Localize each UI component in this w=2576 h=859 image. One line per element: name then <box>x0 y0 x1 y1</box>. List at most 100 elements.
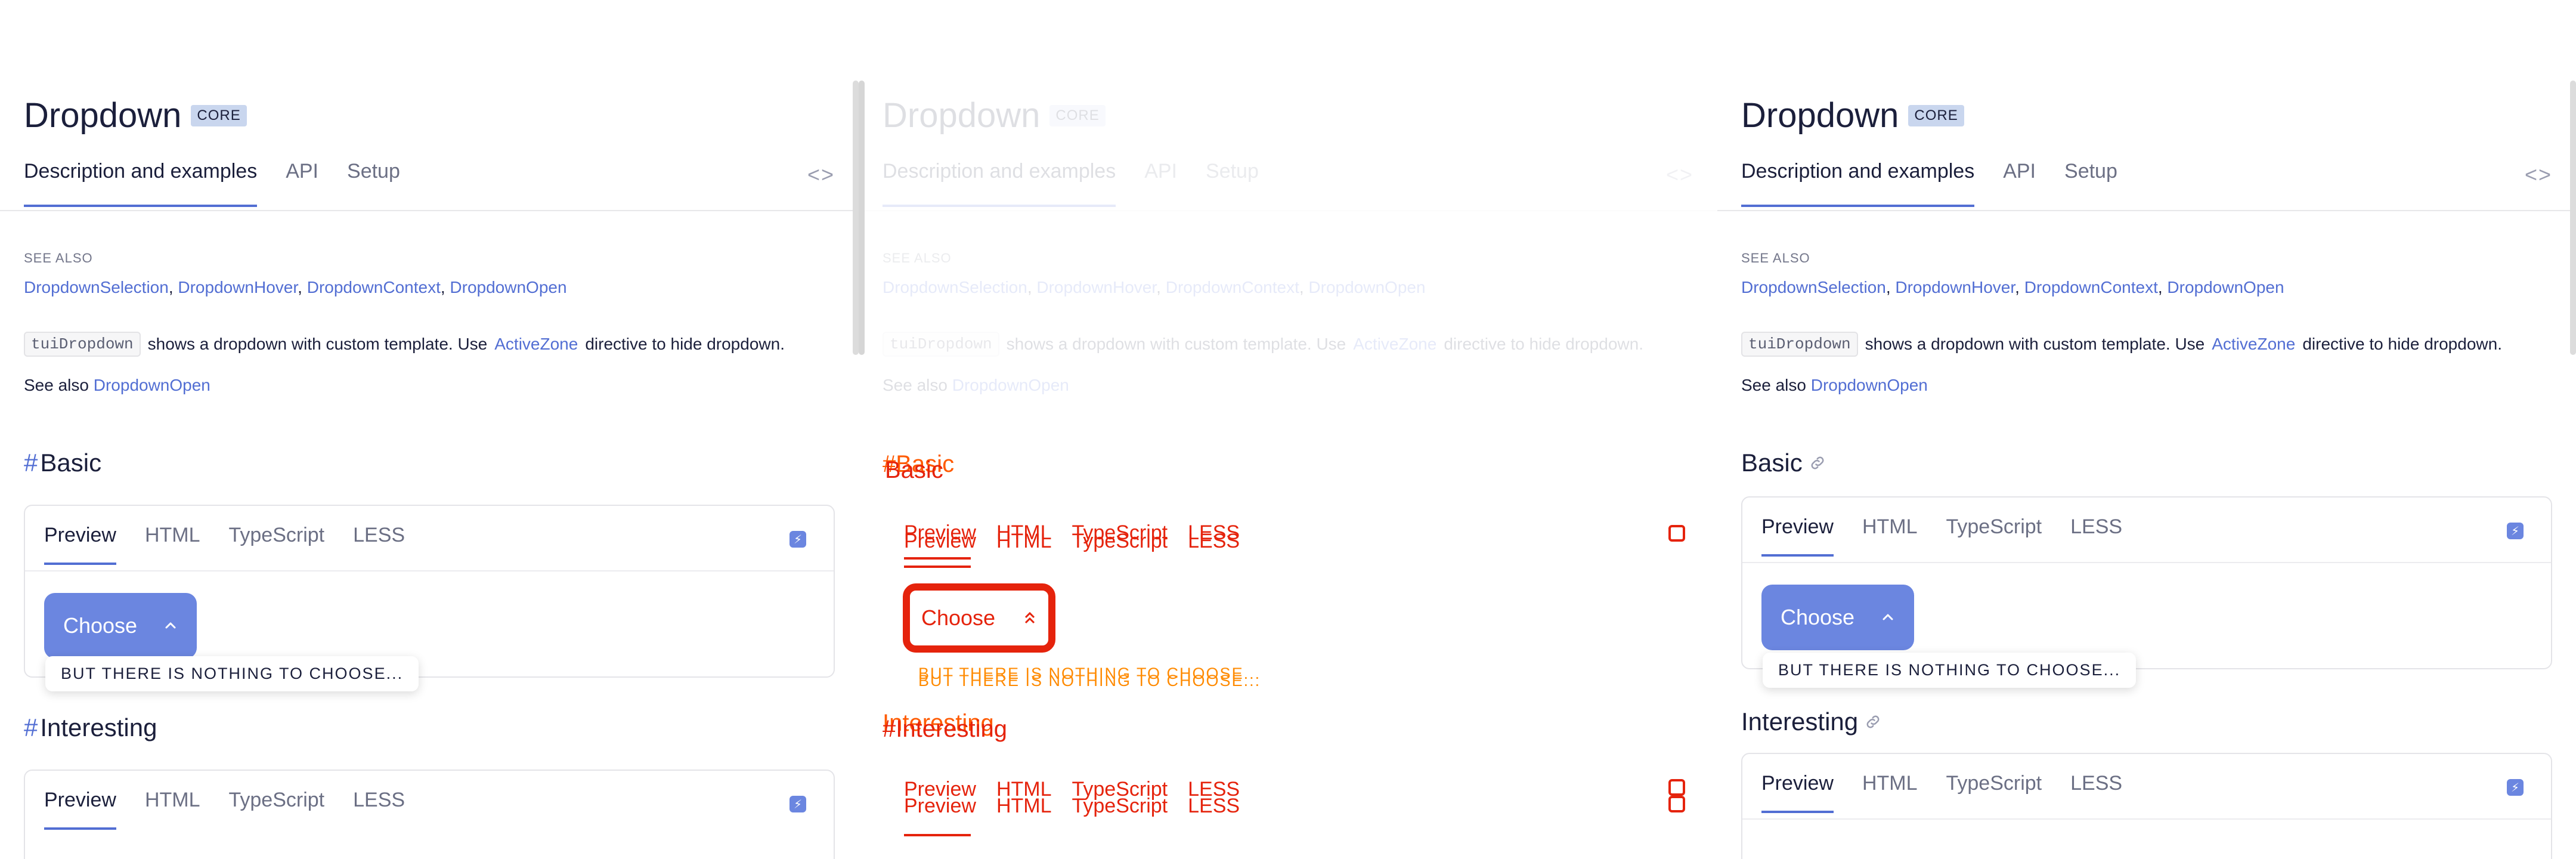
code-tui-dropdown: tuiDropdown <box>24 332 141 357</box>
link-dropdown-hover[interactable]: DropdownHover <box>178 278 298 296</box>
stackblitz-icon[interactable]: ⚡ <box>789 796 806 812</box>
section-interesting-title: Interesting <box>1741 707 1882 736</box>
tab-description[interactable]: Description and examples <box>1741 160 1975 207</box>
tab-less[interactable]: LESS <box>2070 515 2122 557</box>
link-active-zone[interactable]: ActiveZone <box>1353 335 1436 354</box>
tab-html[interactable]: HTML <box>145 789 200 830</box>
code-tui-dropdown: tuiDropdown <box>1741 332 1858 357</box>
overlay-dropdown-text-echo: BUT THERE IS NOTHING TO CHOOSE... <box>918 672 1261 690</box>
link-dropdown-hover[interactable]: DropdownHover <box>1895 278 2015 296</box>
tab-preview[interactable]: Preview <box>1761 772 1834 813</box>
see-also-prefix: See also <box>883 376 948 394</box>
page-title: Dropdown <box>1741 96 1899 135</box>
overlay-card-tabs-2-echo: Preview HTML TypeScript LESS <box>904 796 1240 816</box>
link-dropdown-open-2[interactable]: DropdownOpen <box>1811 376 1928 394</box>
see-also-line: See also DropdownOpen <box>883 376 1069 395</box>
see-also-label: SEE ALSO <box>1741 251 1810 265</box>
see-also-label: SEE ALSO <box>24 251 93 265</box>
code-toggle-icon[interactable]: <> <box>1666 162 1693 187</box>
screenshot-stage: Dropdown CORE Description and examples A… <box>0 0 2576 859</box>
link-dropdown-selection[interactable]: DropdownSelection <box>1741 278 1886 296</box>
see-also-prefix: See also <box>24 376 89 394</box>
section-basic-label: Basic <box>1741 449 1803 477</box>
link-dropdown-context[interactable]: DropdownContext <box>2024 278 2158 296</box>
section-anchor-interesting[interactable]: # <box>24 713 38 742</box>
link-dropdown-context[interactable]: DropdownContext <box>1166 278 1299 296</box>
tab-typescript[interactable]: TypeScript <box>1946 772 2042 813</box>
page-header: Dropdown CORE <box>883 95 1106 135</box>
code-toggle-icon[interactable]: <> <box>807 162 835 187</box>
see-also-links: DropdownSelection, DropdownHover, Dropdo… <box>24 278 567 296</box>
overlay-tab-typescript: TypeScript <box>1072 795 1168 817</box>
overlay-basic-label-echo: Basic <box>885 457 943 483</box>
stackblitz-icon[interactable]: ⚡ <box>2507 523 2524 539</box>
see-also-prefix: See also <box>1741 376 1806 394</box>
core-badge: CORE <box>1049 104 1106 126</box>
tab-setup[interactable]: Setup <box>347 160 400 207</box>
see-also-line: See also DropdownOpen <box>1741 376 1928 395</box>
tab-html[interactable]: HTML <box>1862 772 1918 813</box>
link-dropdown-open[interactable]: DropdownOpen <box>450 278 566 296</box>
stackblitz-icon[interactable]: ⚡ <box>2507 779 2524 796</box>
tab-preview[interactable]: Preview <box>44 524 116 565</box>
section-anchor-basic[interactable]: # <box>24 449 38 477</box>
overlay-tab-preview: Preview <box>904 530 976 552</box>
choose-button[interactable]: Choose <box>44 593 197 659</box>
link-icon[interactable] <box>1864 713 1882 731</box>
scrollbar-thumb[interactable] <box>2570 81 2576 355</box>
link-dropdown-open[interactable]: DropdownOpen <box>2167 278 2284 296</box>
overlay-underline <box>904 834 971 836</box>
overlay-choose-label: Choose <box>921 605 996 630</box>
tab-preview[interactable]: Preview <box>1761 515 1834 557</box>
panel-left: Dropdown CORE Description and examples A… <box>0 0 859 859</box>
link-dropdown-open-2[interactable]: DropdownOpen <box>94 376 210 394</box>
link-dropdown-hover[interactable]: DropdownHover <box>1036 278 1156 296</box>
tab-setup[interactable]: Setup <box>1206 160 1259 207</box>
overlay-tab-preview: Preview <box>904 795 976 817</box>
tab-less[interactable]: LESS <box>2070 772 2122 813</box>
stackblitz-icon[interactable]: ⚡ <box>789 531 806 548</box>
tab-typescript[interactable]: TypeScript <box>229 524 325 565</box>
code-toggle-icon[interactable]: <> <box>2525 162 2552 187</box>
overlay-interesting-hash: # <box>883 716 896 742</box>
tab-api[interactable]: API <box>2003 160 2036 207</box>
panel-middle: Dropdown CORE Description and examples A… <box>859 0 1717 859</box>
overlay-tab-html: HTML <box>996 530 1052 552</box>
tab-setup[interactable]: Setup <box>2064 160 2117 207</box>
tab-description[interactable]: Description and examples <box>883 160 1116 207</box>
link-dropdown-context[interactable]: DropdownContext <box>307 278 441 296</box>
dropdown-content: BUT THERE IS NOTHING TO CHOOSE... <box>45 656 419 691</box>
tab-less[interactable]: LESS <box>353 789 405 830</box>
tab-preview[interactable]: Preview <box>44 789 116 830</box>
tab-html[interactable]: HTML <box>1862 515 1918 557</box>
tab-typescript[interactable]: TypeScript <box>1946 515 2042 557</box>
section-basic-title: Basic <box>1741 449 1826 477</box>
panel-right: Dropdown CORE Description and examples A… <box>1717 0 2576 859</box>
card-tabs: Preview HTML TypeScript LESS <box>44 789 405 830</box>
link-dropdown-open[interactable]: DropdownOpen <box>1308 278 1425 296</box>
section-basic-title: # Basic <box>24 449 101 477</box>
link-dropdown-open-2[interactable]: DropdownOpen <box>952 376 1069 394</box>
overlay-tab-less: LESS <box>1188 795 1240 817</box>
link-dropdown-selection[interactable]: DropdownSelection <box>24 278 169 296</box>
overlay-bolt-icon <box>1668 525 1685 542</box>
link-dropdown-selection[interactable]: DropdownSelection <box>883 278 1027 296</box>
chevron-up-icon <box>1883 614 1893 620</box>
tab-html[interactable]: HTML <box>145 524 200 565</box>
choose-button[interactable]: Choose <box>1761 585 1914 650</box>
tab-api[interactable]: API <box>286 160 318 207</box>
description: tuiDropdown shows a dropdown with custom… <box>883 332 1643 357</box>
link-active-zone[interactable]: ActiveZone <box>2212 335 2295 354</box>
desc-text: shows a dropdown with custom template. U… <box>1865 335 2205 353</box>
link-icon[interactable] <box>1809 454 1826 472</box>
link-active-zone[interactable]: ActiveZone <box>494 335 578 354</box>
tab-typescript[interactable]: TypeScript <box>229 789 325 830</box>
scrollbar-thumb[interactable] <box>859 81 865 355</box>
scrollbar-thumb[interactable] <box>853 81 859 355</box>
tab-api[interactable]: API <box>1144 160 1177 207</box>
tab-description[interactable]: Description and examples <box>24 160 258 207</box>
card-divider <box>1742 562 2551 563</box>
tab-less[interactable]: LESS <box>353 524 405 565</box>
card-tabs: Preview HTML TypeScript LESS <box>44 524 405 565</box>
page-title: Dropdown <box>883 96 1041 135</box>
